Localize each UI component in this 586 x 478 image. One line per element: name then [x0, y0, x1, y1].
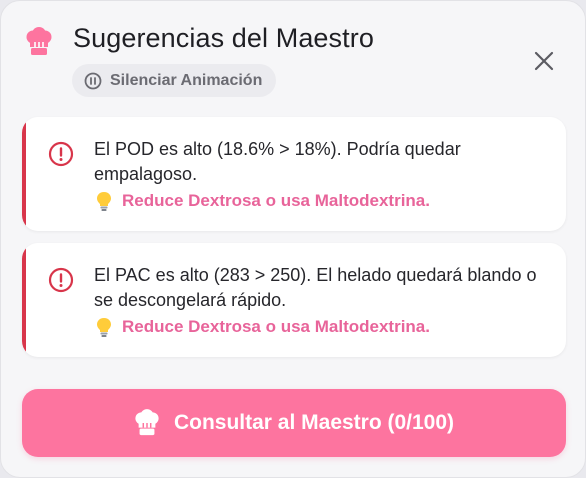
lightbulb-icon [97, 192, 111, 211]
pause-circle-icon [84, 72, 102, 89]
suggestion-message: El POD es alto (18.6% > 18%). Podría que… [94, 139, 461, 184]
dialog-title: Sugerencias del Maestro [73, 23, 374, 53]
dialog-header: Sugerencias del Maestro Silenciar Animac… [1, 1, 585, 109]
suggestion-tip-text: Reduce Dextrosa o usa Maltodextrina. [122, 317, 430, 336]
suggestion-tip: Reduce Dextrosa o usa Maltodextrina. [94, 316, 430, 338]
consult-master-label: Consultar al Maestro (0/100) [173, 411, 455, 434]
suggestion-card: El PAC es alto (283 > 250). El helado qu… [22, 243, 566, 357]
chef-hat-icon [135, 409, 159, 436]
suggestion-tip: Reduce Dextrosa o usa Maltodextrina. [94, 190, 430, 212]
alert-circle-icon [48, 267, 74, 293]
mute-animation-button[interactable]: Silenciar Animación [72, 64, 277, 97]
suggestions-dialog: Sugerencias del Maestro Silenciar Animac… [0, 0, 586, 478]
mute-animation-label: Silenciar Animación [110, 71, 263, 89]
suggestion-card: El POD es alto (18.6% > 18%). Podría que… [22, 117, 566, 231]
consult-master-button[interactable]: Consultar al Maestro (0/100) [22, 389, 566, 457]
lightbulb-icon [97, 318, 111, 337]
alert-circle-icon [48, 141, 74, 167]
close-icon[interactable] [531, 48, 557, 74]
chef-hat-icon [26, 27, 52, 55]
suggestion-message: El PAC es alto (283 > 250). El helado qu… [94, 265, 537, 310]
suggestion-tip-text: Reduce Dextrosa o usa Maltodextrina. [122, 191, 430, 210]
